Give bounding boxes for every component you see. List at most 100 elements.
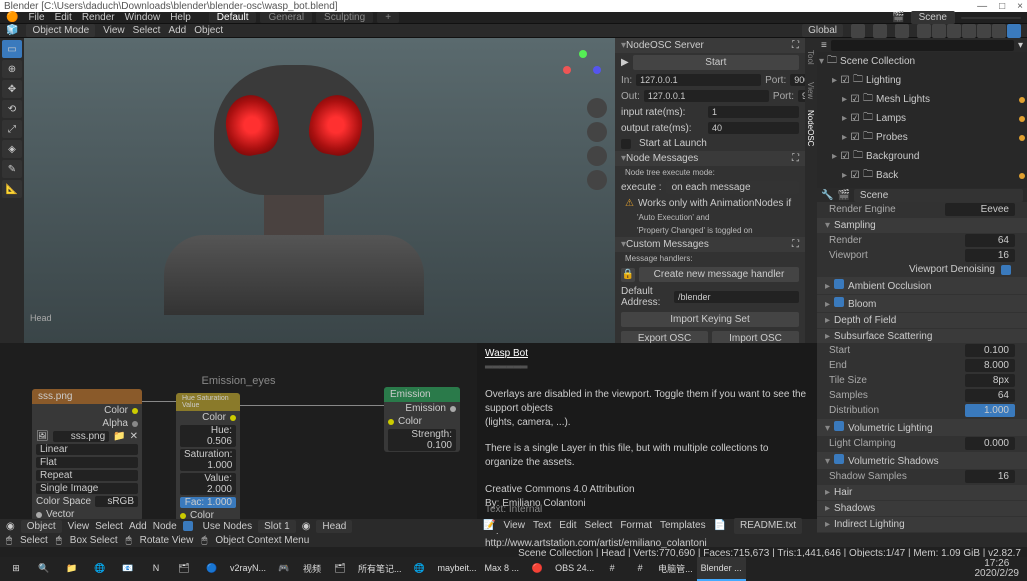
- sampling-viewport-field[interactable]: 16: [965, 249, 1015, 262]
- menu-render[interactable]: Render: [82, 12, 115, 23]
- tool-transform[interactable]: ◈: [2, 140, 22, 158]
- vol-samples-field[interactable]: 64: [965, 389, 1015, 402]
- te-menu-view[interactable]: View: [503, 519, 525, 533]
- input-rate-input[interactable]: [708, 106, 799, 118]
- npanel-tab-view[interactable]: View: [805, 76, 815, 106]
- windows-taskbar[interactable]: ⊞🔍📁🌐📧N🗂🔵v2rayN...🎮视频🗂所有笔记...🌐maybeit...M…: [0, 557, 1027, 581]
- 3d-viewport[interactable]: Head: [24, 38, 615, 343]
- vol-shadow-checkbox[interactable]: [834, 454, 844, 464]
- workspace-tab-default[interactable]: Default: [209, 12, 257, 23]
- taskbar-item[interactable]: 视频: [298, 557, 326, 581]
- taskbar-item[interactable]: 📧: [114, 557, 142, 581]
- section-indirect[interactable]: ▸Indirect Lighting: [817, 517, 1027, 532]
- taskbar-item[interactable]: 🌐: [406, 557, 434, 581]
- outliner-item[interactable]: ▸☑🗀Lighting: [817, 71, 1027, 90]
- taskbar-item[interactable]: 🔵: [198, 557, 226, 581]
- nodeosc-start-button[interactable]: Start: [633, 55, 799, 70]
- lock-icon[interactable]: 🔒: [621, 268, 635, 282]
- te-menu-edit[interactable]: Edit: [559, 519, 576, 533]
- play-icon[interactable]: ▶: [621, 57, 629, 68]
- taskbar-item[interactable]: maybeit...: [434, 557, 481, 581]
- transform-orientation[interactable]: Global: [802, 24, 843, 37]
- ne-object-select[interactable]: Object: [21, 520, 62, 533]
- import-keying-button[interactable]: Import Keying Set: [621, 312, 799, 327]
- section-shadows[interactable]: ▸Shadows: [817, 501, 1027, 516]
- vp-menu-select[interactable]: Select: [133, 25, 161, 36]
- gizmo-toggle-icon[interactable]: [932, 24, 946, 38]
- bloom-checkbox[interactable]: [834, 297, 844, 307]
- taskbar-item[interactable]: 所有笔记...: [354, 557, 406, 581]
- snap-icon[interactable]: [873, 24, 887, 38]
- outliner-filter-icon[interactable]: ▾: [1018, 40, 1023, 51]
- pan-icon[interactable]: [587, 122, 607, 142]
- custom-messages-header[interactable]: ▾Custom Messages⛶: [615, 237, 805, 252]
- scene-selector[interactable]: Scene: [911, 11, 955, 24]
- shading-matprev-icon[interactable]: [992, 24, 1006, 38]
- default-address-input[interactable]: [674, 291, 799, 303]
- shading-rendered-icon[interactable]: [1007, 24, 1021, 38]
- ne-menu-node[interactable]: Node: [153, 521, 177, 532]
- section-dof[interactable]: ▸Depth of Field: [817, 313, 1027, 328]
- vol-start-field[interactable]: 0.100: [965, 344, 1015, 357]
- taskbar-item[interactable]: 📁: [58, 557, 86, 581]
- outliner-item[interactable]: ▸☑🗀Mesh Lights: [817, 90, 1027, 109]
- ao-checkbox[interactable]: [834, 279, 844, 289]
- tool-scale[interactable]: ⤢: [2, 120, 22, 138]
- shader-node-editor[interactable]: Emission_eyes sss.png Color Alpha 🖼sss.p…: [0, 343, 477, 533]
- editor-type-icon[interactable]: 🧊: [6, 25, 18, 36]
- hsv-node[interactable]: Hue Saturation Value Color Hue: 0.506 Sa…: [176, 393, 240, 522]
- material-select[interactable]: Head: [316, 520, 352, 533]
- use-nodes-checkbox[interactable]: [183, 521, 193, 531]
- menu-edit[interactable]: Edit: [55, 12, 72, 23]
- camera-view-icon[interactable]: [587, 146, 607, 166]
- taskbar-clock[interactable]: 17:262020/2/29: [969, 559, 1026, 579]
- vol-tile-field[interactable]: 8px: [965, 374, 1015, 387]
- sampling-render-field[interactable]: 64: [965, 234, 1015, 247]
- mode-selector[interactable]: Object Mode: [26, 24, 95, 37]
- section-sampling[interactable]: ▾Sampling: [817, 218, 1027, 233]
- props-scene-select[interactable]: Scene: [854, 189, 1023, 202]
- tool-measure[interactable]: 📐: [2, 180, 22, 198]
- te-menu-select[interactable]: Select: [585, 519, 613, 533]
- taskbar-item[interactable]: #: [626, 557, 654, 581]
- window-maximize[interactable]: □: [999, 1, 1005, 12]
- workspace-tab-sculpting[interactable]: Sculpting: [316, 12, 373, 23]
- tool-move[interactable]: ✥: [2, 80, 22, 98]
- overlay-toggle-icon[interactable]: [917, 24, 931, 38]
- workspace-add-tab[interactable]: +: [377, 12, 399, 23]
- taskbar-item[interactable]: Max 8 ...: [481, 557, 524, 581]
- image-texture-node[interactable]: sss.png Color Alpha 🖼sss.png📁✕ Linear Fl…: [32, 389, 142, 521]
- taskbar-item[interactable]: 🔍: [30, 557, 58, 581]
- te-menu-templates[interactable]: Templates: [660, 519, 706, 533]
- text-editor-icon[interactable]: 📝: [483, 519, 495, 533]
- in-address-input[interactable]: [636, 74, 761, 86]
- tool-annotate[interactable]: ✎: [2, 160, 22, 178]
- taskbar-item[interactable]: #: [598, 557, 626, 581]
- outliner-item[interactable]: ▸☑🗀Probes: [817, 128, 1027, 147]
- workspace-tab-general[interactable]: General: [260, 12, 312, 23]
- npanel-tab-tool[interactable]: Tool: [805, 42, 815, 72]
- zoom-icon[interactable]: [587, 98, 607, 118]
- light-clamp-field[interactable]: 0.000: [965, 437, 1015, 450]
- create-handler-button[interactable]: Create new message handler: [639, 267, 799, 282]
- te-menu-format[interactable]: Format: [620, 519, 652, 533]
- section-vol-light[interactable]: ▾Volumetric Lighting: [817, 419, 1027, 436]
- execute-mode-select[interactable]: on each message: [666, 181, 799, 194]
- shading-wireframe-icon[interactable]: [962, 24, 976, 38]
- taskbar-item[interactable]: N: [142, 557, 170, 581]
- outliner-item[interactable]: ▸☑🗀Background: [817, 147, 1027, 166]
- vp-menu-add[interactable]: Add: [168, 25, 186, 36]
- outliner-editor-icon[interactable]: ≡: [821, 40, 827, 51]
- taskbar-item[interactable]: 🎮: [270, 557, 298, 581]
- vol-end-field[interactable]: 8.000: [965, 359, 1015, 372]
- outliner-tree[interactable]: ▾🗀Scene Collection ▸☑🗀Lighting▸☑🗀Mesh Li…: [817, 52, 1027, 188]
- taskbar-item[interactable]: 🌐: [86, 557, 114, 581]
- taskbar-item[interactable]: v2rayN...: [226, 557, 270, 581]
- xray-icon[interactable]: [947, 24, 961, 38]
- outliner-item[interactable]: ▸☑🗀Back: [817, 166, 1027, 185]
- tool-rotate[interactable]: ⟲: [2, 100, 22, 118]
- text-file-select[interactable]: README.txt: [734, 518, 802, 534]
- menu-help[interactable]: Help: [170, 12, 191, 23]
- nav-gizmo[interactable]: [563, 50, 603, 90]
- props-editor-icon[interactable]: 🔧: [821, 190, 833, 201]
